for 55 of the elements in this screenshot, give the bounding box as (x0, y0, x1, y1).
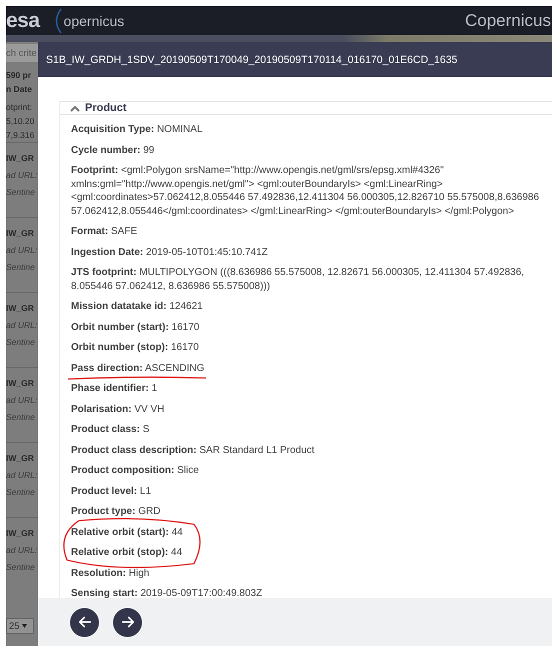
previous-button[interactable] (70, 608, 99, 636)
esa-logo: esa (6, 8, 40, 32)
mission-text: Sentine (6, 186, 35, 199)
next-button[interactable] (113, 608, 142, 636)
url-label: ad URL: (6, 169, 38, 182)
property-text: Product class description: SAR Standard L1 Product (71, 444, 314, 457)
footprint-text: 7,9.316 (6, 129, 34, 142)
property-text: Phase identifier: 1 (71, 382, 158, 396)
url-label: ad URL: (6, 544, 38, 557)
sort-label: n Date (6, 83, 32, 96)
result-title[interactable]: IW_GR (6, 151, 34, 165)
brand-logo: opernicus (64, 12, 124, 28)
property-text: Product level: L1 (71, 484, 152, 498)
property-text: Sensing start: 2019-05-09T17:00:49.803Z (71, 587, 262, 598)
property-text: Ingestion Date: 2019-05-10T01:45:10.741Z (71, 246, 268, 259)
url-label: ad URL: (6, 469, 38, 482)
result-title[interactable]: IW_GR (6, 451, 34, 465)
result-count: 590 pr (6, 69, 32, 82)
page-size-select[interactable]: 25 (6, 618, 34, 634)
section-header[interactable]: Product (60, 101, 552, 115)
mission-text: Sentine (6, 486, 35, 499)
result-title[interactable]: IW_GR (6, 301, 34, 315)
property-text: Mission datatake id: 124621 (71, 300, 203, 314)
footprint-text: otprint: (6, 101, 32, 114)
property-text: Product class: S (71, 423, 150, 436)
site-title: Copernicus (465, 10, 551, 30)
property-text: Relative orbit (start): 44 (71, 526, 183, 539)
result-title[interactable]: IW_GR (6, 226, 34, 240)
footprint-text: 5,10.20 (6, 115, 34, 128)
property-text: Product composition: Slice (71, 464, 199, 478)
dialog-title: S1B_IW_GRDH_1SDV_20190509T170049_20190509T170114_016170_01E6CD_1635 (38, 42, 552, 77)
result-title[interactable]: IW_GR (6, 376, 34, 390)
section-title: Product (85, 102, 127, 114)
property-text: Format: SAFE (71, 225, 138, 238)
property-text: Relative orbit (stop): 44 (71, 546, 182, 560)
property-text: JTS footprint: MULTIPOLYGON (((8.636986 55.575008, 12.82671 56.000305, 12.411304 57.492836, 8.055446 57.062412, 8.636986 55.575008))) (71, 266, 526, 293)
result-title[interactable]: IW_GR (6, 526, 34, 540)
property-text: Orbit number (start): 16170 (71, 320, 200, 334)
property-text: Acquisition Type: NOMINAL (71, 123, 202, 136)
property-text: Orbit number (stop): 16170 (71, 341, 199, 354)
url-label: ad URL: (6, 394, 38, 407)
property-text: Product type: GRD (71, 505, 160, 518)
property-text: Footprint: <gml:Polygon srsName="http://www.opengis.net/gml/srs/epsg.xml#4326" xmlns:gml="http://www.opengis.net/gml"> <gml:outerBoundaryIs> <gml:LinearRing> <gml:coordinates>57.062412,8.055446 57.492836,12.411304 56.000305,12.826710 55.575008,8.636986 57.062412,8.055446</gml:coordinates> </gml:LinearRing> </gml:outerBoundaryIs> </gml:Polygon> (71, 164, 540, 218)
caret-icon (22, 624, 27, 628)
search-field[interactable]: ch crite (6, 44, 38, 62)
mission-text: Sentine (6, 261, 35, 274)
url-label: ad URL: (6, 244, 38, 257)
mission-text: Sentine (6, 561, 35, 574)
url-label: ad URL: (6, 319, 38, 332)
property-text: Resolution: High (71, 566, 150, 580)
mission-text: Sentine (6, 336, 35, 349)
property-text: Cycle number: 99 (71, 144, 154, 157)
property-text: Pass direction: ASCENDING (71, 362, 204, 375)
mission-text: Sentine (6, 411, 35, 424)
property-text: Polarisation: VV VH (71, 402, 164, 416)
